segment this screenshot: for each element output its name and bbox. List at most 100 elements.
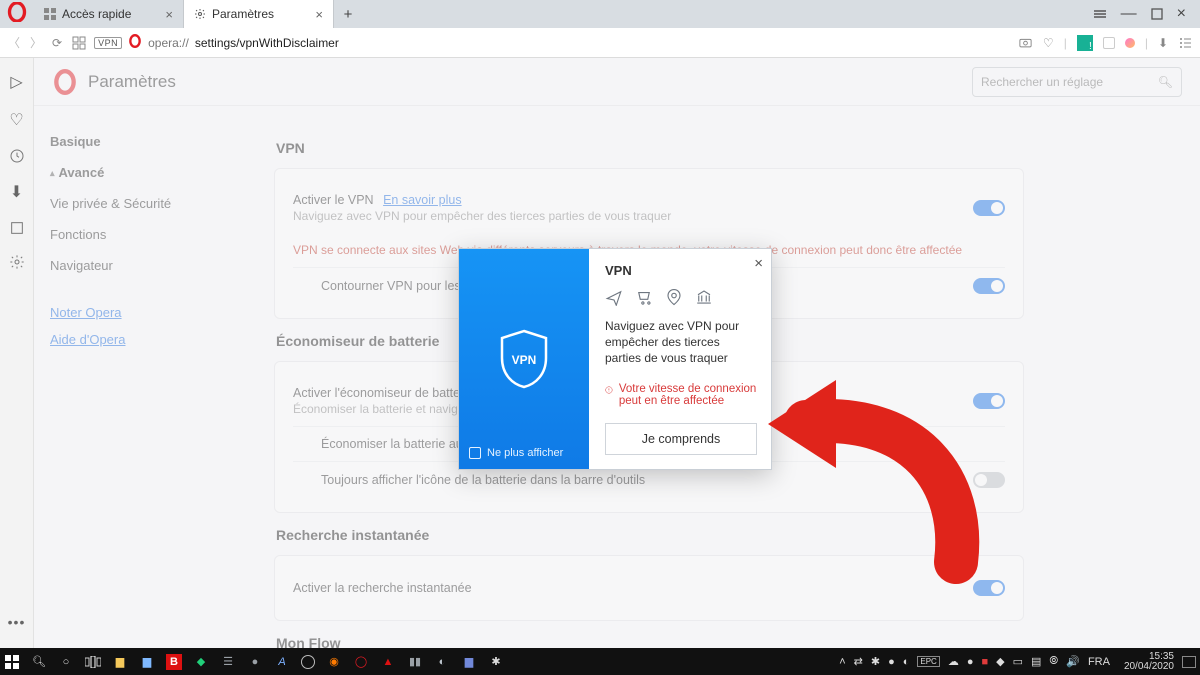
explorer-icon[interactable]: ▆ <box>112 654 128 670</box>
tray-icon[interactable]: ● <box>967 656 974 668</box>
vpn-bypass-toggle[interactable] <box>973 278 1005 294</box>
easy-setup-icon[interactable] <box>1178 36 1192 50</box>
modal-body: Naviguez avec VPN pour empêcher des tier… <box>605 318 757 367</box>
extension-badge[interactable] <box>1077 35 1093 51</box>
url-display[interactable]: VPN opera://settings/vpnWithDisclaimer <box>94 34 339 51</box>
section-flow-title: Mon Flow <box>276 635 1024 648</box>
tray-icon[interactable]: ✱ <box>871 655 880 668</box>
extension-icon[interactable] <box>1103 37 1115 49</box>
taskbar-app-icon[interactable] <box>301 655 315 669</box>
downloads-icon[interactable]: ⬇ <box>1158 36 1168 50</box>
tray-icon[interactable]: ☁ <box>948 655 959 668</box>
taskbar-app-icon[interactable]: ◆ <box>193 654 209 670</box>
taskbar-app-icon[interactable]: A <box>274 654 290 670</box>
forward-button[interactable]: 〉 <box>30 34 42 51</box>
instant-toggle[interactable] <box>973 580 1005 596</box>
cortana-icon[interactable]: ○ <box>58 654 74 670</box>
steam-icon[interactable]: ◐ <box>434 654 450 670</box>
language-indicator[interactable]: FRA <box>1088 656 1110 668</box>
search-icon[interactable]: 🔍︎ <box>31 654 47 670</box>
learn-more-link[interactable]: En savoir plus <box>383 193 462 207</box>
volume-icon[interactable]: 🔊 <box>1066 655 1080 668</box>
nav-advanced[interactable]: ▴Avancé <box>50 157 254 188</box>
notifications-icon[interactable] <box>1182 656 1196 668</box>
taskbar-app-icon[interactable]: ☰ <box>220 654 236 670</box>
nav-privacy[interactable]: Vie privée & Sécurité <box>50 188 254 219</box>
start-button[interactable] <box>4 654 20 670</box>
battery-icon-toggle[interactable] <box>973 472 1005 488</box>
opera-logo[interactable] <box>0 0 34 28</box>
tray-icon[interactable]: ◆ <box>996 655 1004 668</box>
nav-basic[interactable]: Basique <box>50 126 254 157</box>
taskbar-app-icon[interactable]: ▮▮ <box>407 654 423 670</box>
instant-enable-label: Activer la recherche instantanée <box>293 581 973 595</box>
back-button[interactable]: 〈 <box>8 34 20 51</box>
history-icon[interactable] <box>9 148 25 164</box>
tray-icon[interactable]: ◐ <box>903 656 910 668</box>
tray-icon[interactable]: EPC <box>917 656 939 667</box>
modal-illustration: VPN Ne plus afficher <box>459 249 589 469</box>
slack-icon[interactable]: ✱ <box>488 654 504 670</box>
tray-icon[interactable]: ⇄ <box>854 655 863 668</box>
chevron-up-icon: ▴ <box>50 168 55 179</box>
tray-icon[interactable]: ■ <box>981 656 988 668</box>
taskbar-app-icon[interactable]: ◯ <box>353 654 369 670</box>
close-button[interactable]: × <box>1177 5 1186 23</box>
settings-header: Paramètres Rechercher un réglage 🔍︎ <box>34 58 1200 106</box>
shield-icon: VPN <box>496 328 552 390</box>
reload-button[interactable]: ⟳ <box>52 36 62 50</box>
search-input[interactable]: Rechercher un réglage 🔍︎ <box>972 67 1182 97</box>
minimize-button[interactable]: — <box>1121 5 1137 23</box>
maximize-button[interactable] <box>1151 8 1163 20</box>
tray-icon[interactable]: ▤ <box>1031 655 1041 668</box>
gear-icon <box>194 8 206 20</box>
heart-icon[interactable]: ♡ <box>1043 36 1054 50</box>
nav-features[interactable]: Fonctions <box>50 219 254 250</box>
page-title: Paramètres <box>88 72 176 92</box>
modal-close-button[interactable]: × <box>754 255 763 272</box>
battery-enable-label: Activer l'économiseur de batterie <box>293 386 474 400</box>
taskbar-app-icon[interactable]: B <box>166 654 182 670</box>
gear-icon[interactable] <box>9 254 25 270</box>
tray-icon[interactable]: ● <box>888 656 895 668</box>
vpn-toggle[interactable] <box>973 200 1005 216</box>
discord-icon[interactable]: ▆ <box>461 654 477 670</box>
snapshot-icon[interactable] <box>1018 35 1033 50</box>
wifi-icon[interactable]: ⦾ <box>1049 655 1058 668</box>
nav-help[interactable]: Aide d'Opera <box>50 326 254 353</box>
tab-strip: Accès rapide × Paramètres × + — × <box>0 0 1200 28</box>
close-icon[interactable]: × <box>315 7 323 22</box>
search-placeholder: Rechercher un réglage <box>981 75 1103 89</box>
taskbar-app-icon[interactable]: ▲ <box>380 654 396 670</box>
taskbar-clock[interactable]: 15:35 20/04/2020 <box>1124 652 1174 672</box>
store-icon[interactable]: ▆ <box>139 654 155 670</box>
cart-icon <box>635 288 653 306</box>
tab-speed-dial[interactable]: Accès rapide × <box>34 0 184 28</box>
taskbar-app-icon[interactable]: ◉ <box>326 654 342 670</box>
section-instant-title: Recherche instantanée <box>276 527 1024 543</box>
tray-overflow-icon[interactable]: ˄ <box>839 656 845 668</box>
close-icon[interactable]: × <box>165 7 173 22</box>
tabs-icon[interactable] <box>72 36 86 50</box>
battery-toggle[interactable] <box>973 393 1005 409</box>
nav-browser[interactable]: Navigateur <box>50 250 254 281</box>
vpn-chip[interactable]: VPN <box>94 37 122 49</box>
task-view-icon[interactable] <box>85 654 101 670</box>
downloads-icon[interactable]: ⬇ <box>10 182 23 202</box>
easy-setup-icon[interactable] <box>1093 7 1107 21</box>
tab-settings[interactable]: Paramètres × <box>184 0 334 28</box>
section-vpn-title: VPN <box>276 140 1024 156</box>
extensions-icon[interactable] <box>9 220 25 236</box>
location-icon <box>665 288 683 306</box>
new-tab-button[interactable]: + <box>334 0 362 28</box>
nav-rate-opera[interactable]: Noter Opera <box>50 299 254 326</box>
tray-icon[interactable]: ▭ <box>1013 655 1023 668</box>
heart-icon[interactable]: ♡ <box>9 110 23 130</box>
extension-icon[interactable] <box>1125 38 1135 48</box>
taskbar-app-icon[interactable]: ● <box>247 654 263 670</box>
more-icon[interactable]: ••• <box>8 614 26 630</box>
dont-show-checkbox[interactable]: Ne plus afficher <box>469 447 563 459</box>
svg-text:VPN: VPN <box>512 353 537 367</box>
modal-ok-button[interactable]: Je comprends <box>605 423 757 455</box>
play-icon[interactable]: ▷ <box>10 72 22 92</box>
